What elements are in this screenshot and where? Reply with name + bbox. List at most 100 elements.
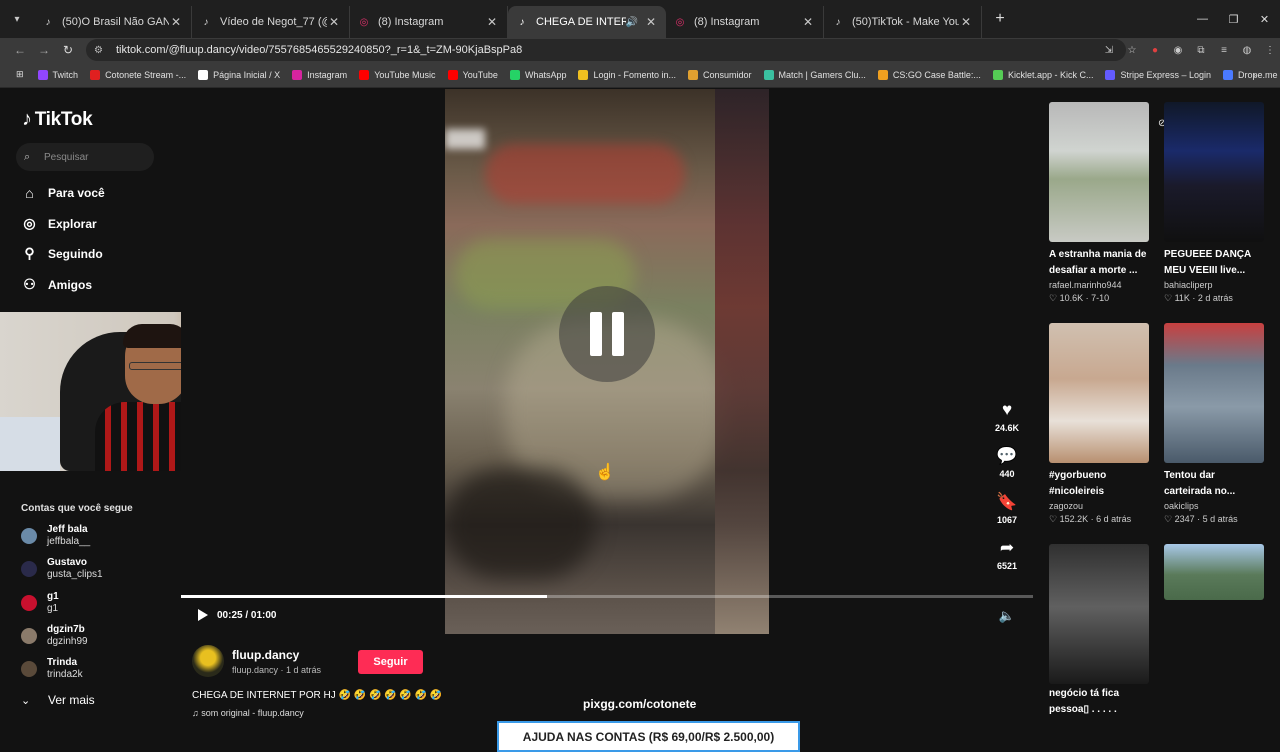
close-window-icon[interactable]: ✕ (1249, 0, 1280, 38)
video-card[interactable] (1164, 544, 1264, 600)
bookmark-item[interactable]: Cotonete Stream -... (90, 69, 186, 80)
video-card[interactable]: #ygorbueno #nicoleireis zagozou ♡ 152.2K… (1049, 323, 1149, 525)
comment-icon: 💬 (996, 446, 1018, 465)
extensions-puzzle-icon[interactable]: ⧉ (1191, 45, 1211, 56)
bookmark-label: Consumidor (703, 69, 752, 80)
nav-item-seguindo[interactable]: ⚲ Seguindo (21, 245, 102, 262)
bookmark-item[interactable]: CS:GO Case Battle:... (877, 69, 981, 80)
tiktok-logo[interactable]: ♪ TikTok (22, 108, 93, 131)
media-icon[interactable]: ≡ (1214, 45, 1234, 56)
author-avatar[interactable] (192, 645, 224, 677)
stream-goal-box: AJUDA NAS CONTAS (R$ 69,00/R$ 2.500,00) (497, 721, 800, 752)
save-button[interactable]: 🔖 1067 (985, 492, 1029, 525)
browser-tab[interactable]: ◎ (8) Instagram ✕ (350, 6, 508, 38)
site-info-icon[interactable]: ⚙ (94, 45, 108, 56)
bookmark-item[interactable]: YouTube (447, 69, 498, 80)
reload-icon[interactable]: ↻ (56, 43, 80, 57)
bookmark-item[interactable]: Página Inicial / X (198, 69, 280, 80)
card-author[interactable]: zagozou (1049, 501, 1149, 511)
video-player[interactable]: ☝ 00:25 / 01:00 🔈 ︿ ﹀ (181, 89, 1193, 634)
bookmark-star-icon[interactable]: ☆ (1122, 45, 1142, 56)
video-thumbnail[interactable] (1164, 323, 1264, 463)
recommended-videos: ⊘ ▯ ⤓ A estranha mania de desafiar a mor… (1033, 89, 1280, 720)
bookmark-item[interactable]: Login - Fomento in... (578, 69, 676, 80)
extension-icon[interactable]: ● (1145, 45, 1165, 56)
bookmark-item[interactable]: Kicklet.app - Kick C... (992, 69, 1093, 80)
profile-icon[interactable]: ◍ (1237, 45, 1257, 56)
following-account[interactable]: dgzin7b dgzinh99 (21, 624, 88, 648)
close-icon[interactable]: ✕ (485, 15, 499, 29)
forward-icon[interactable]: → (32, 43, 56, 57)
tab-search-icon[interactable]: ▾ (0, 0, 34, 38)
browser-tab[interactable]: ♪ (50)TikTok - Make Your Day ✕ (824, 6, 982, 38)
video-card[interactable]: PEGUEEE DANÇA MEU VEEIII live... bahiacl… (1164, 102, 1264, 304)
video-card[interactable]: A estranha mania de desafiar a morte ...… (1049, 102, 1149, 304)
following-account[interactable]: g1 g1 (21, 591, 59, 615)
menu-icon[interactable]: ⋮ (1260, 45, 1280, 56)
back-icon[interactable]: ← (8, 43, 32, 57)
volume-icon[interactable]: 🔈 (999, 608, 1015, 624)
bookmark-item[interactable]: YouTube Music (359, 69, 436, 80)
video-thumbnail[interactable] (1164, 102, 1264, 242)
sound-link[interactable]: ♫ som original - fluup.dancy (192, 708, 304, 718)
video-thumbnail[interactable] (1049, 102, 1149, 242)
browser-tab[interactable]: ♪ Vídeo de Negot_77 (@negot_7 ✕ (192, 6, 350, 38)
video-thumbnail[interactable] (1164, 544, 1264, 600)
close-icon[interactable]: ✕ (169, 15, 183, 29)
card-author[interactable]: rafael.marinho944 (1049, 280, 1149, 290)
share-button[interactable]: ➦ 6521 (985, 538, 1029, 571)
video-thumbnail[interactable] (1049, 544, 1149, 684)
install-icon[interactable]: ⇲ (1099, 45, 1119, 56)
nav-item-para-voce[interactable]: ⌂ Para você (21, 184, 104, 201)
card-author[interactable]: bahiacliperp (1164, 280, 1264, 290)
following-account[interactable]: Trinda trinda2k (21, 657, 83, 681)
bookmark-favicon-icon (763, 69, 774, 80)
play-icon[interactable] (197, 608, 209, 622)
browser-tab-active[interactable]: ♪ CHEGA DE INTERNET POR 🔊 ✕ (508, 6, 666, 38)
video-card[interactable]: Tentou dar carteirada no... oakiclips ♡ … (1164, 323, 1264, 525)
bookmark-item[interactable]: Consumidor (688, 69, 752, 80)
follow-button[interactable]: Seguir (358, 650, 423, 674)
search-input[interactable]: ⌕ Pesquisar (16, 143, 154, 171)
bookmark-item[interactable]: Drope.me - Aument... (1223, 69, 1280, 80)
video-card[interactable]: negócio tá fica pessoa▯ . . . . . (1049, 544, 1149, 718)
following-account[interactable]: Jeff bala jeffbala__ (21, 524, 90, 548)
browser-tab[interactable]: ♪ (50)O Brasil Não GANHARÁ a C ✕ (34, 6, 192, 38)
minimize-icon[interactable]: — (1187, 0, 1218, 38)
speaker-icon[interactable]: 🔊 (626, 17, 638, 28)
pause-bar-icon (590, 312, 602, 356)
close-icon[interactable]: ✕ (644, 15, 658, 29)
following-account[interactable]: Gustavo gusta_clips1 (21, 557, 103, 581)
like-button[interactable]: ♥ 24.6K (985, 400, 1029, 433)
close-icon[interactable]: ✕ (959, 15, 973, 29)
bookmark-item[interactable]: WhatsApp (509, 69, 566, 80)
restore-icon[interactable]: ❐ (1218, 0, 1249, 38)
bookmark-favicon-icon (359, 69, 370, 80)
new-tab-icon[interactable]: + (988, 10, 1012, 28)
tab-title: CHEGA DE INTERNET POR (536, 16, 626, 28)
url-input[interactable]: ⚙ tiktok.com/@fluup.dancy/video/75576854… (86, 39, 1126, 61)
comment-button[interactable]: 💬 440 (985, 446, 1029, 479)
close-icon[interactable]: ✕ (327, 15, 341, 29)
bookmark-item[interactable]: Twitch (37, 69, 78, 80)
nav-item-explorar[interactable]: ◎ Explorar (21, 215, 96, 232)
see-more-button[interactable]: ⌄ Ver mais (21, 693, 95, 707)
bookmarks-overflow-icon[interactable]: › (1253, 70, 1256, 80)
card-author[interactable]: oakiclips (1164, 501, 1264, 511)
bookmark-item[interactable]: Instagram (292, 69, 347, 80)
video-frame[interactable] (445, 89, 769, 634)
nav-item-amigos[interactable]: ⚇ Amigos (21, 276, 92, 293)
bookmarks-bar: ⊞ Twitch Cotonete Stream -... Página Inici… (0, 62, 1280, 88)
browser-tab[interactable]: ◎ (8) Instagram ✕ (666, 6, 824, 38)
progress-bar[interactable] (181, 595, 1033, 598)
author-name[interactable]: fluup.dancy (232, 648, 299, 662)
close-icon[interactable]: ✕ (801, 15, 815, 29)
bookmark-item[interactable]: Stripe Express – Login (1105, 69, 1211, 80)
pause-button[interactable] (559, 286, 655, 382)
card-title: A estranha mania de (1049, 249, 1147, 260)
extension-icon[interactable]: ◉ (1168, 45, 1188, 56)
apps-icon[interactable]: ⊞ (16, 69, 24, 80)
bookmark-item[interactable]: Match | Gamers Clu... (763, 69, 866, 80)
video-thumbnail[interactable] (1049, 323, 1149, 463)
toolbar-icons: ⇲ ☆ ● ◉ ⧉ ≡ ◍ ⋮ (1096, 38, 1280, 62)
